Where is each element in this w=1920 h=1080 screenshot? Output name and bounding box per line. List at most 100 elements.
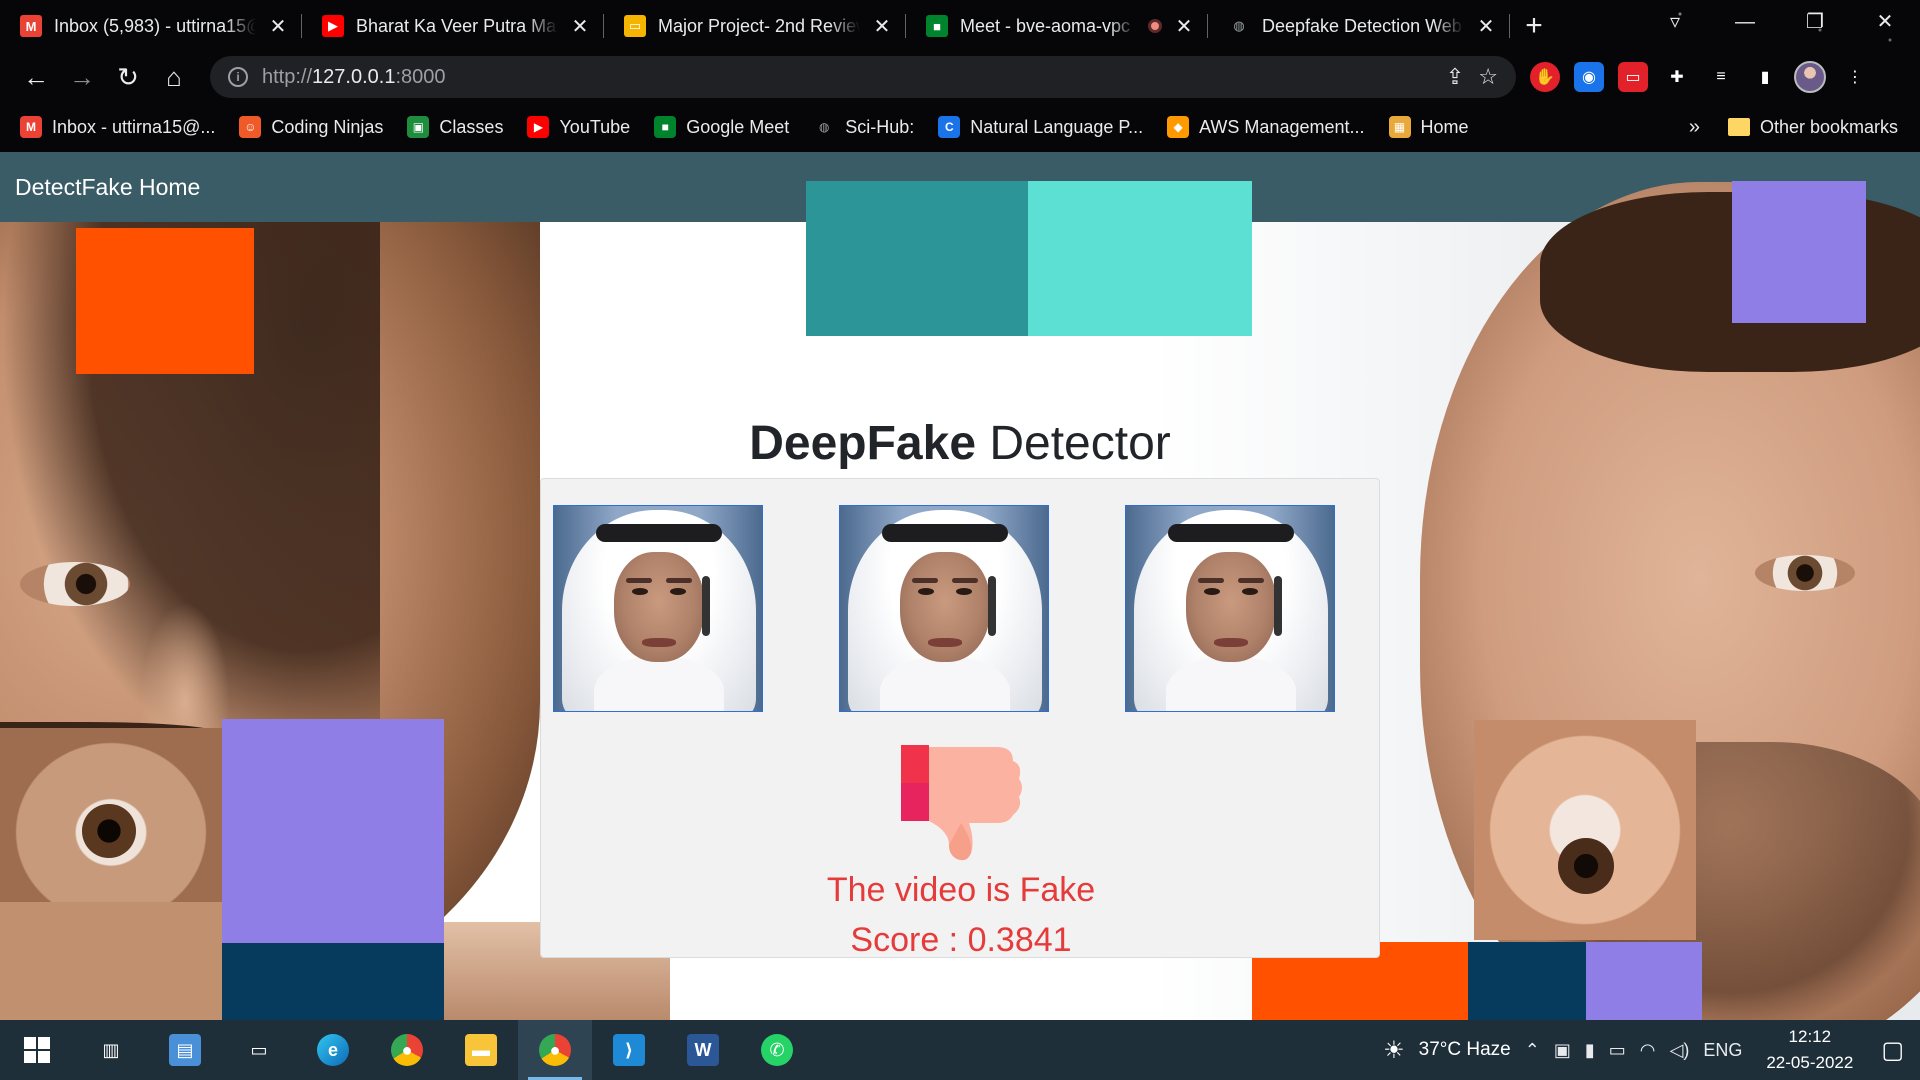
bookmark-item[interactable]: ▣ Classes xyxy=(407,116,503,138)
clock[interactable]: 12:12 22-05-2022 xyxy=(1766,1024,1853,1076)
other-bookmarks[interactable]: Other bookmarks xyxy=(1727,116,1898,138)
globe-icon: ◍ xyxy=(1233,18,1245,33)
taskbar-edge[interactable]: e xyxy=(296,1020,370,1080)
tab-title: Inbox (5,983) - uttirna15@ xyxy=(54,15,256,36)
media-control-icon[interactable]: ≡ xyxy=(1706,62,1736,92)
restore-icon[interactable]: ❐ xyxy=(1780,0,1850,44)
chrome-menu-icon[interactable]: ⋮ xyxy=(1840,62,1870,92)
close-tab-icon[interactable]: ✕ xyxy=(872,14,892,39)
bookmark-item[interactable]: ◆ AWS Management... xyxy=(1167,116,1365,138)
bookmark-item[interactable]: ☺ Coding Ninjas xyxy=(239,116,383,138)
notifications-icon[interactable]: ▢ xyxy=(1881,1036,1904,1065)
profile-avatar[interactable] xyxy=(1794,61,1826,93)
coursera-icon: C xyxy=(938,116,961,138)
address-bar[interactable]: i http://127.0.0.1:8000 ⇪ ☆ xyxy=(210,56,1516,98)
woman-eye-image xyxy=(20,562,130,606)
volume-icon[interactable]: ◁) xyxy=(1669,1040,1689,1061)
extensions-puzzle-icon[interactable]: ✚ xyxy=(1662,62,1692,92)
taskbar-this-pc[interactable]: ▭ xyxy=(222,1020,296,1080)
back-button[interactable]: ← xyxy=(14,55,58,99)
google-slides-icon: ▭ xyxy=(624,15,646,37)
wifi-icon[interactable]: ◠ xyxy=(1640,1040,1656,1061)
bookmark-item[interactable]: ◍ Sci-Hub: xyxy=(813,116,914,138)
taskbar-word[interactable]: W xyxy=(666,1020,740,1080)
video-extension-icon[interactable]: ▭ xyxy=(1618,62,1648,92)
bookmark-item[interactable]: ▦ Home xyxy=(1388,116,1469,138)
new-tab-button[interactable]: + xyxy=(1510,9,1558,43)
site-info-icon[interactable]: i xyxy=(228,67,248,87)
browser-tab[interactable]: M Inbox (5,983) - uttirna15@ ✕ xyxy=(0,0,302,52)
skin-tile-bottom-left xyxy=(0,902,222,1020)
share-icon[interactable]: ⇪ xyxy=(1446,64,1464,90)
aws-icon: ◆ xyxy=(1167,116,1190,138)
package-icon: ▦ xyxy=(1388,116,1411,138)
task-view-icon: ▥ xyxy=(102,1039,120,1060)
start-button[interactable] xyxy=(0,1020,74,1080)
navbar-brand-link[interactable]: DetectFake Home xyxy=(15,174,200,201)
taskbar-whatsapp[interactable]: ✆ xyxy=(740,1020,814,1080)
whatsapp-icon: ✆ xyxy=(761,1034,793,1066)
bookmark-label: Home xyxy=(1420,116,1469,137)
bookmark-star-icon[interactable]: ☆ xyxy=(1478,64,1498,90)
folder-icon xyxy=(1727,118,1750,136)
browser-tab[interactable]: ■ Meet - bve-aoma-vpc ✕ xyxy=(906,0,1208,52)
score-text: Score : 0.3841 xyxy=(850,921,1072,959)
extensions-area: ✋ ◉ ▭ ✚ ≡ ▮ ⋮ xyxy=(1530,52,1870,102)
gmail-icon: M xyxy=(20,116,42,138)
orange-block-top-left xyxy=(76,228,254,374)
close-window-icon[interactable]: ✕ xyxy=(1850,0,1920,44)
close-tab-icon[interactable]: ✕ xyxy=(1174,14,1194,39)
more-bookmarks-chevron[interactable]: » xyxy=(1689,116,1700,139)
tray-chevron-icon[interactable]: ⌃ xyxy=(1525,1040,1540,1061)
eye-tile-right xyxy=(1474,720,1696,940)
close-tab-icon[interactable]: ✕ xyxy=(268,14,288,39)
chrome-icon: ● xyxy=(391,1034,423,1066)
navy-block-left xyxy=(222,943,444,1020)
taskbar-chrome-active[interactable]: ● xyxy=(518,1020,592,1080)
taskbar-file-explorer[interactable]: ▬ xyxy=(444,1020,518,1080)
result-card: The video is Fake Score : 0.3841 xyxy=(540,478,1380,959)
taskbar-control-panel[interactable]: ▤ xyxy=(148,1020,222,1080)
home-button[interactable]: ⌂ xyxy=(152,55,196,99)
browser-toolbar: ← → ↻ ⌂ i http://127.0.0.1:8000 ⇪ ☆ ✋ ◉ … xyxy=(0,52,1920,102)
weather-sun-icon: ☀ xyxy=(1383,1036,1405,1064)
tab-search-icon[interactable]: ▿ xyxy=(1640,0,1710,44)
language-indicator[interactable]: ENG xyxy=(1703,1040,1742,1061)
browser-tab[interactable]: ▭ Major Project- 2nd Review ✕ xyxy=(604,0,906,52)
bookmark-item[interactable]: C Natural Language P... xyxy=(938,116,1143,138)
teal-dark-block xyxy=(806,181,1028,336)
man-eye-image xyxy=(1755,555,1855,591)
browser-tab[interactable]: ▶ Bharat Ka Veer Putra Mah ✕ xyxy=(302,0,604,52)
bookmark-label: Inbox - uttirna15@... xyxy=(52,116,216,137)
frame-thumbnail xyxy=(839,505,1049,712)
file-explorer-icon: ▬ xyxy=(465,1034,497,1066)
side-panel-icon[interactable]: ▮ xyxy=(1750,62,1780,92)
screen-capture-extension-icon[interactable]: ◉ xyxy=(1574,62,1604,92)
taskbar-chrome-canary[interactable]: ● xyxy=(370,1020,444,1080)
url-text[interactable]: http://127.0.0.1:8000 xyxy=(262,66,1432,89)
bookmark-label: Classes xyxy=(439,116,504,137)
weather-text[interactable]: 37°C Haze xyxy=(1419,1039,1511,1061)
microphone-icon[interactable]: ▮ xyxy=(1585,1040,1595,1061)
globe-icon: ◍ xyxy=(819,120,830,134)
bookmark-label: Coding Ninjas xyxy=(271,116,384,137)
close-tab-icon[interactable]: ✕ xyxy=(1476,14,1496,39)
close-tab-icon[interactable]: ✕ xyxy=(570,14,590,39)
browser-tab[interactable]: ◍ Deepfake Detection Web A ✕ xyxy=(1208,0,1510,52)
minimize-icon[interactable]: — xyxy=(1710,0,1780,44)
tab-title: Meet - bve-aoma-vpc xyxy=(960,15,1131,36)
task-view-button[interactable]: ▥ xyxy=(74,1020,148,1080)
meet-now-icon[interactable]: ▣ xyxy=(1554,1040,1571,1061)
battery-icon[interactable]: ▭ xyxy=(1609,1040,1626,1061)
this-pc-icon: ▭ xyxy=(250,1039,268,1060)
reload-button[interactable]: ↻ xyxy=(106,55,150,99)
forward-button[interactable]: → xyxy=(60,55,104,99)
bookmark-item[interactable]: M Inbox - uttirna15@... xyxy=(20,116,215,138)
google-meet-icon: ■ xyxy=(926,15,948,37)
hand-extension-icon[interactable]: ✋ xyxy=(1530,62,1560,92)
bookmark-item[interactable]: ■ Google Meet xyxy=(654,116,789,138)
chrome-icon: ● xyxy=(539,1034,571,1066)
taskbar-vscode[interactable]: ⟩ xyxy=(592,1020,666,1080)
other-bookmarks-label: Other bookmarks xyxy=(1759,116,1898,137)
bookmark-item[interactable]: ▶ YouTube xyxy=(527,116,630,138)
